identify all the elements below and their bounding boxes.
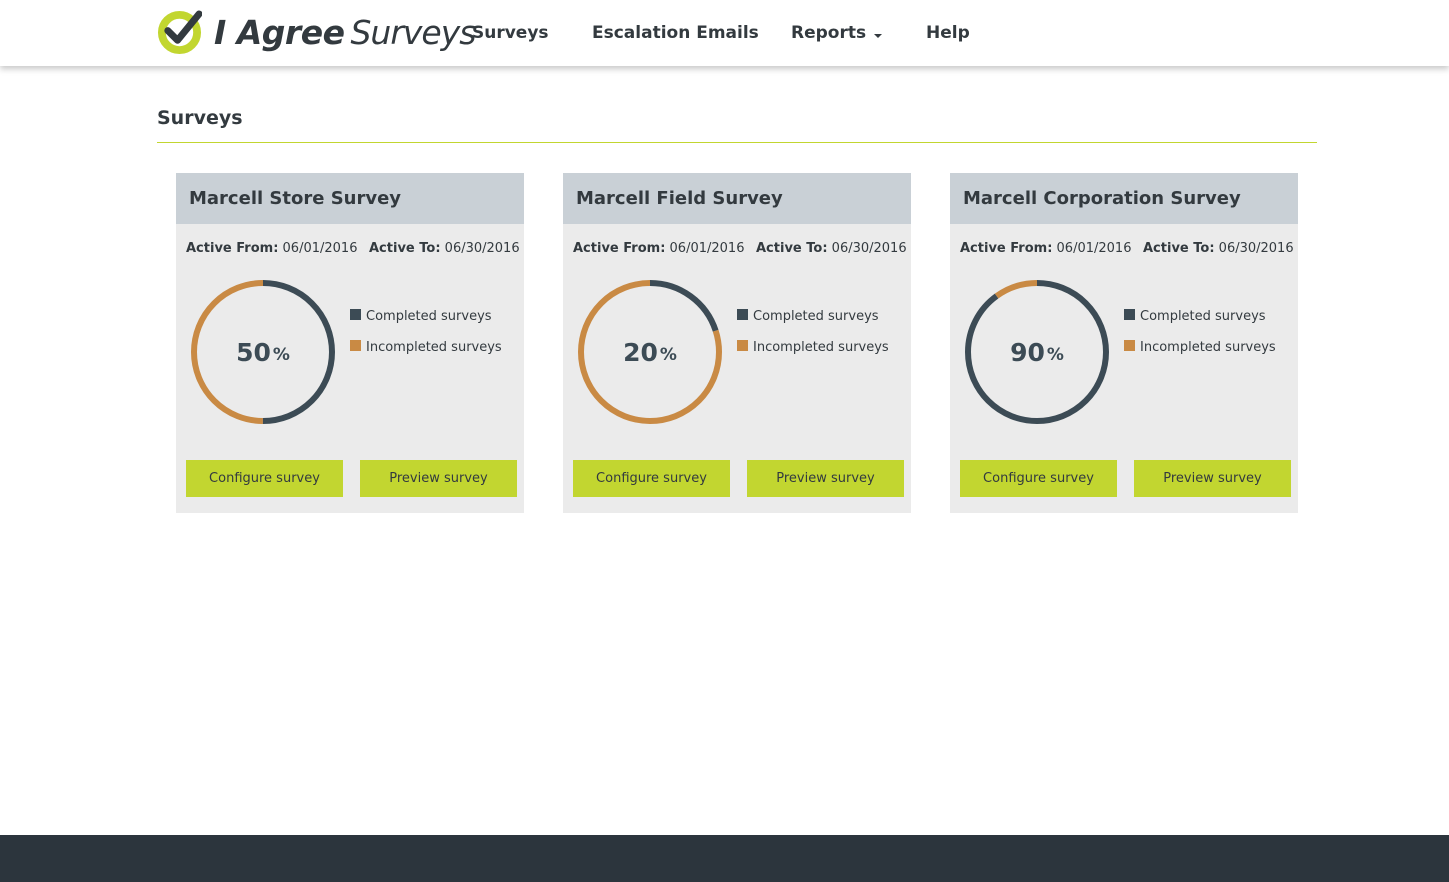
completion-percent: 20% [576, 278, 724, 426]
brand-name: I Agree Surveys [214, 12, 476, 52]
legend-swatch-incompleted [1124, 340, 1135, 351]
chart-legend: Completed surveys Incompleted surveys [737, 308, 889, 370]
legend-incompleted: Incompleted surveys [737, 339, 889, 355]
active-from: Active From: 06/01/2016 [960, 241, 1131, 256]
legend-completed: Completed surveys [1124, 308, 1276, 324]
chart-legend: Completed surveys Incompleted surveys [1124, 308, 1276, 370]
legend-swatch-incompleted [350, 340, 361, 351]
survey-card: Marcell Field Survey Active From: 06/01/… [563, 173, 911, 513]
completion-percent-sign: % [272, 345, 290, 365]
nav-surveys[interactable]: Surveys [472, 0, 549, 66]
active-to: Active To: 06/30/2016 [369, 241, 520, 256]
legend-completed: Completed surveys [737, 308, 889, 324]
nav-surveys-label: Surveys [472, 23, 549, 43]
configure-survey-button[interactable]: Configure survey [960, 460, 1117, 497]
page-footer [0, 835, 1449, 882]
active-to: Active To: 06/30/2016 [756, 241, 907, 256]
legend-incompleted: Incompleted surveys [1124, 339, 1276, 355]
nav-escalation-emails[interactable]: Escalation Emails [592, 0, 759, 66]
checkmark-circle-icon [157, 9, 202, 54]
active-to: Active To: 06/30/2016 [1143, 241, 1294, 256]
preview-survey-button[interactable]: Preview survey [360, 460, 517, 497]
completion-percent: 90% [963, 278, 1111, 426]
completion-percent-value: 50 [236, 337, 271, 367]
legend-swatch-completed [350, 309, 361, 320]
active-from: Active From: 06/01/2016 [186, 241, 357, 256]
survey-dates: Active From: 06/01/2016 Active To: 06/30… [960, 241, 1294, 256]
nav-help[interactable]: Help [926, 0, 970, 66]
active-from-label: Active From: [960, 241, 1053, 256]
survey-card: Marcell Store Survey Active From: 06/01/… [176, 173, 524, 513]
legend-swatch-completed [1124, 309, 1135, 320]
legend-incompleted: Incompleted surveys [350, 339, 502, 355]
legend-incompleted-label: Incompleted surveys [1140, 339, 1276, 355]
brand-name-bold: I Agree [214, 12, 345, 52]
nav-reports-label: Reports [791, 23, 867, 43]
completion-percent-value: 20 [623, 337, 658, 367]
active-from-label: Active From: [186, 241, 279, 256]
chart-legend: Completed surveys Incompleted surveys [350, 308, 502, 370]
survey-dates: Active From: 06/01/2016 Active To: 06/30… [573, 241, 907, 256]
top-navbar: I Agree Surveys Surveys Escalation Emails… [0, 0, 1449, 66]
legend-swatch-incompleted [737, 340, 748, 351]
legend-completed-label: Completed surveys [366, 308, 492, 324]
active-to-value: 06/30/2016 [831, 241, 907, 256]
active-from-label: Active From: [573, 241, 666, 256]
active-from: Active From: 06/01/2016 [573, 241, 744, 256]
completion-percent-value: 90 [1010, 337, 1045, 367]
active-to-label: Active To: [1143, 241, 1215, 256]
brand-logo[interactable]: I Agree Surveys [157, 9, 476, 55]
active-to-label: Active To: [756, 241, 828, 256]
configure-survey-button[interactable]: Configure survey [186, 460, 343, 497]
survey-card-title: Marcell Corporation Survey [950, 173, 1298, 224]
legend-completed-label: Completed surveys [1140, 308, 1266, 324]
caret-down-icon [874, 34, 883, 38]
active-from-value: 06/01/2016 [1056, 241, 1132, 256]
legend-completed: Completed surveys [350, 308, 502, 324]
nav-escalation-emails-label: Escalation Emails [592, 23, 759, 43]
survey-card-title: Marcell Field Survey [563, 173, 911, 224]
legend-incompleted-label: Incompleted surveys [753, 339, 889, 355]
active-to-value: 06/30/2016 [1218, 241, 1294, 256]
preview-survey-button[interactable]: Preview survey [747, 460, 904, 497]
page-title: Surveys [157, 107, 243, 129]
title-divider [157, 142, 1317, 143]
configure-survey-button[interactable]: Configure survey [573, 460, 730, 497]
active-from-value: 06/01/2016 [669, 241, 745, 256]
nav-help-label: Help [926, 23, 970, 43]
completion-percent-sign: % [1046, 345, 1064, 365]
survey-card: Marcell Corporation Survey Active From: … [950, 173, 1298, 513]
completion-percent: 50% [189, 278, 337, 426]
active-from-value: 06/01/2016 [282, 241, 358, 256]
active-to-label: Active To: [369, 241, 441, 256]
preview-survey-button[interactable]: Preview survey [1134, 460, 1291, 497]
legend-completed-label: Completed surveys [753, 308, 879, 324]
active-to-value: 06/30/2016 [444, 241, 520, 256]
survey-card-title: Marcell Store Survey [176, 173, 524, 224]
brand-name-light: Surveys [350, 12, 476, 52]
legend-incompleted-label: Incompleted surveys [366, 339, 502, 355]
legend-swatch-completed [737, 309, 748, 320]
survey-dates: Active From: 06/01/2016 Active To: 06/30… [186, 241, 520, 256]
nav-reports-dropdown[interactable]: Reports [791, 0, 883, 66]
completion-percent-sign: % [659, 345, 677, 365]
